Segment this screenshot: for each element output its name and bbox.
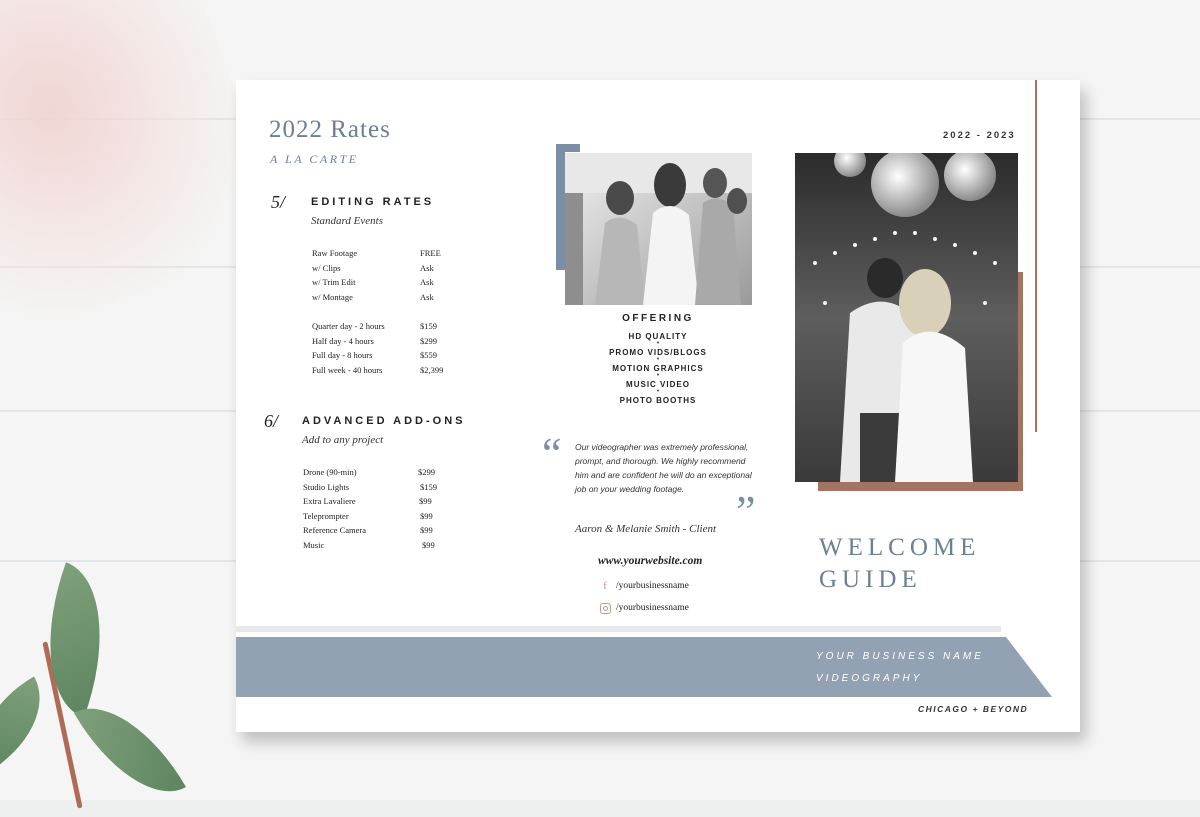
rate-row: w/ Montage Ask: [312, 291, 434, 302]
offering-separator: •: [656, 388, 660, 395]
rate-row: Reference Camera $99: [303, 525, 433, 536]
rate-row: Studio Lights $159: [303, 481, 437, 492]
quote-open-mark: “: [542, 429, 562, 478]
rate-row: Half day - 4 hours $299: [312, 335, 437, 346]
rate-row: Music $99: [303, 539, 435, 550]
business-type: VIDEOGRAPHY: [816, 673, 923, 684]
footer-banner: [236, 637, 1052, 697]
section-subheading: Standard Events: [311, 215, 383, 227]
couple-kiss-photo: [795, 153, 1018, 482]
section-subheading: Add to any project: [302, 434, 384, 446]
rate-row: Full day - 8 hours $559: [312, 350, 437, 361]
offering-separator: •: [656, 356, 660, 363]
photo-accent-bar: [556, 144, 565, 270]
brochure: 2022 Rates A LA CARTE 5/ EDITING RATES S…: [236, 80, 1080, 732]
facebook-handle: /yourbusinessname: [616, 581, 689, 591]
section-number: 6/: [264, 411, 279, 431]
testimonial-author: Aaron & Melanie Smith - Client: [575, 523, 717, 535]
rate-row: w/ Clips Ask: [312, 262, 434, 273]
facebook-link[interactable]: f /yourbusinessname: [600, 580, 800, 594]
rate-row: Full week - 40 hours $2,399: [312, 364, 444, 375]
copper-divider-line: [1035, 80, 1037, 432]
quote-close-mark: ”: [736, 487, 756, 536]
rate-list: Quarter day - 2 hours $159 Half day - 4 h…: [312, 319, 512, 377]
website-link[interactable]: www.yourwebsite.com: [598, 555, 702, 567]
welcome-title-line1: WELCOME: [819, 534, 981, 561]
instagram-handle: /yourbusinessname: [616, 603, 689, 613]
rate-row: Raw Footage FREE: [312, 248, 441, 258]
offering-heading: OFFERING: [622, 313, 694, 324]
facebook-icon: f: [603, 580, 607, 592]
testimonial-text: Our videographer was extremely professio…: [575, 442, 752, 494]
rate-list: Raw Footage FREE w/ Clips Ask w/ Trim Edit…: [312, 246, 512, 304]
bridal-party-photo-art: [565, 153, 752, 305]
offering-separator: •: [656, 372, 660, 379]
bridal-party-photo: [565, 153, 752, 305]
couple-kiss-photo-art: [795, 153, 1018, 482]
rate-row: w/ Trim Edit Ask: [312, 277, 434, 288]
offering-separator: •: [656, 340, 660, 347]
rate-row: Drone (90-min) $299: [303, 467, 435, 477]
photo-accent-bar: [556, 144, 580, 152]
rate-row: Extra Lavaliere $99: [303, 496, 432, 507]
business-name: YOUR BUSINESS NAME: [816, 651, 984, 662]
year-range: 2022 - 2023: [943, 130, 1016, 141]
rates-subtitle: A LA CARTE: [270, 152, 359, 166]
instagram-link[interactable]: /yourbusinessname: [600, 602, 800, 616]
rate-list: Drone (90-min) $299 Studio Lights $159 Ext…: [303, 465, 503, 553]
section-heading: EDITING RATES: [311, 196, 435, 208]
offering-item: PHOTO BOOTHS: [619, 396, 697, 405]
welcome-title-line2: GUIDE: [819, 566, 922, 593]
section-number: 5/: [271, 192, 286, 212]
rate-row: Quarter day - 2 hours $159: [312, 321, 437, 331]
footer-light-strip: [236, 626, 1001, 632]
section-heading: ADVANCED ADD-ONS: [302, 415, 466, 427]
rate-row: Teleprompter $99: [303, 510, 433, 521]
location-tagline: CHICAGO + BEYOND: [918, 704, 1029, 714]
offering-list: HD QUALITY • PROMO VIDS/BLOGS • MOTION G…: [558, 332, 758, 405]
instagram-icon: [600, 603, 611, 614]
rates-title: 2022 Rates: [269, 116, 391, 143]
